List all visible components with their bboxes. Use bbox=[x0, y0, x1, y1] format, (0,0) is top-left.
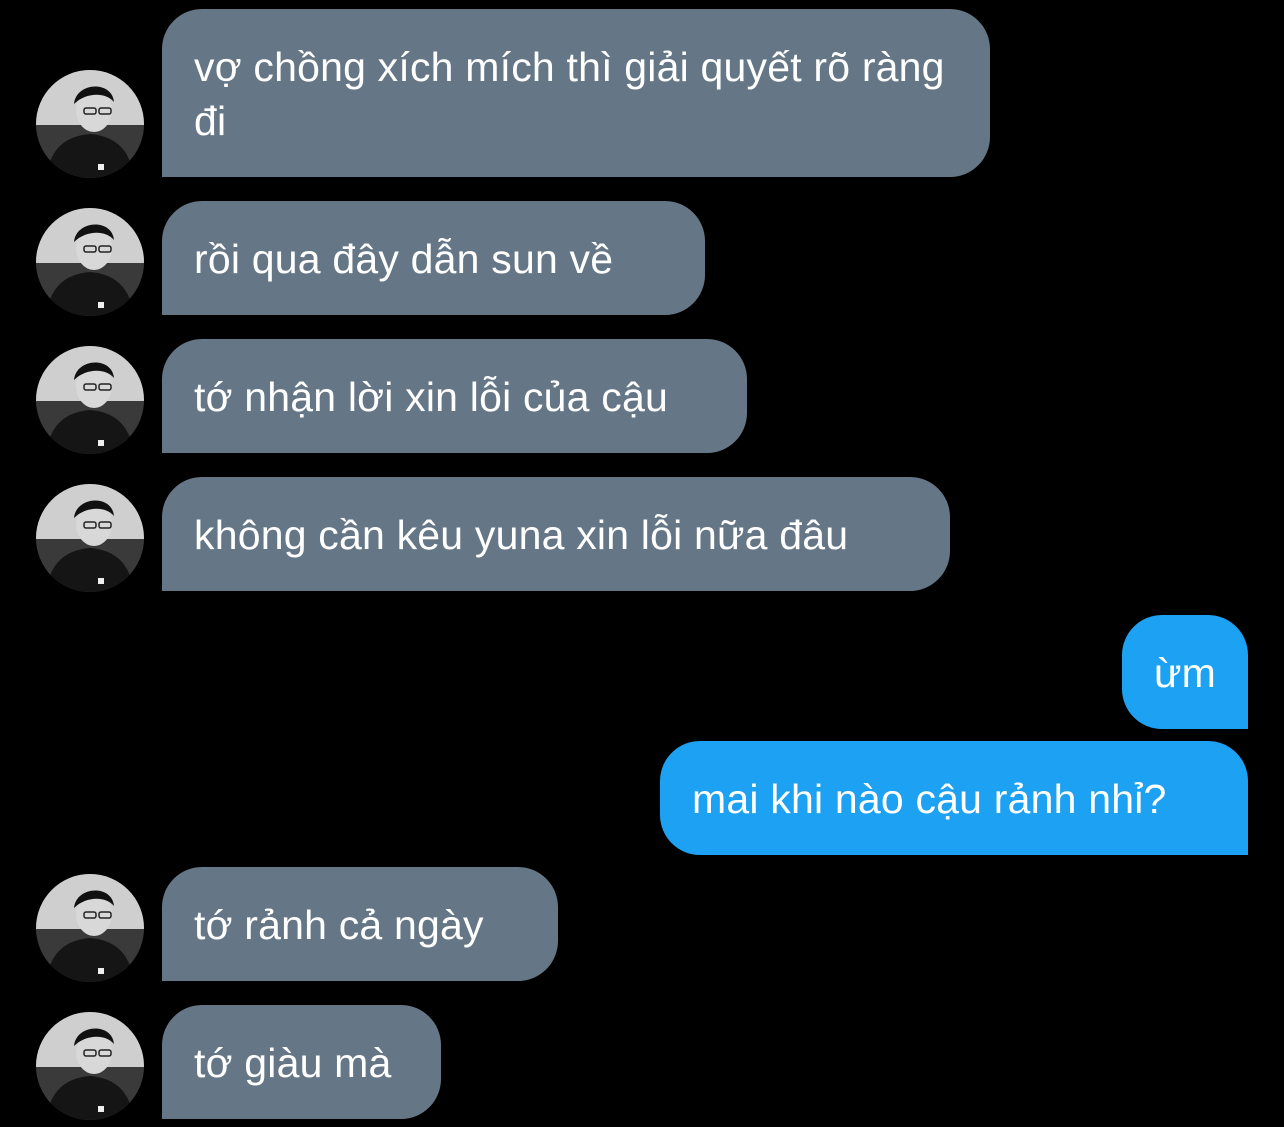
avatar[interactable] bbox=[36, 208, 144, 316]
incoming-message-bubble[interactable]: tớ rảnh cả ngày bbox=[162, 867, 558, 981]
incoming-message-bubble[interactable]: không cần kêu yuna xin lỗi nữa đâu bbox=[162, 477, 950, 591]
user-avatar-icon bbox=[36, 1012, 144, 1120]
avatar[interactable] bbox=[36, 874, 144, 982]
avatar[interactable] bbox=[36, 346, 144, 454]
avatar[interactable] bbox=[36, 484, 144, 592]
incoming-message-bubble[interactable]: tớ giàu mà bbox=[162, 1005, 441, 1119]
user-avatar-icon bbox=[36, 484, 144, 592]
outgoing-message-bubble[interactable]: ừm bbox=[1122, 615, 1248, 729]
user-avatar-icon bbox=[36, 208, 144, 316]
incoming-message-bubble[interactable]: tớ nhận lời xin lỗi của cậu bbox=[162, 339, 747, 453]
conversation-thread: vợ chồng xích mích thì giải quyết rõ ràn… bbox=[0, 0, 1284, 1127]
user-avatar-icon bbox=[36, 874, 144, 982]
user-avatar-icon bbox=[36, 70, 144, 178]
incoming-message-bubble[interactable]: rồi qua đây dẫn sun về bbox=[162, 201, 705, 315]
incoming-message-bubble[interactable]: vợ chồng xích mích thì giải quyết rõ ràn… bbox=[162, 9, 990, 177]
avatar[interactable] bbox=[36, 1012, 144, 1120]
outgoing-message-bubble[interactable]: mai khi nào cậu rảnh nhỉ? bbox=[660, 741, 1248, 855]
avatar[interactable] bbox=[36, 70, 144, 178]
user-avatar-icon bbox=[36, 346, 144, 454]
